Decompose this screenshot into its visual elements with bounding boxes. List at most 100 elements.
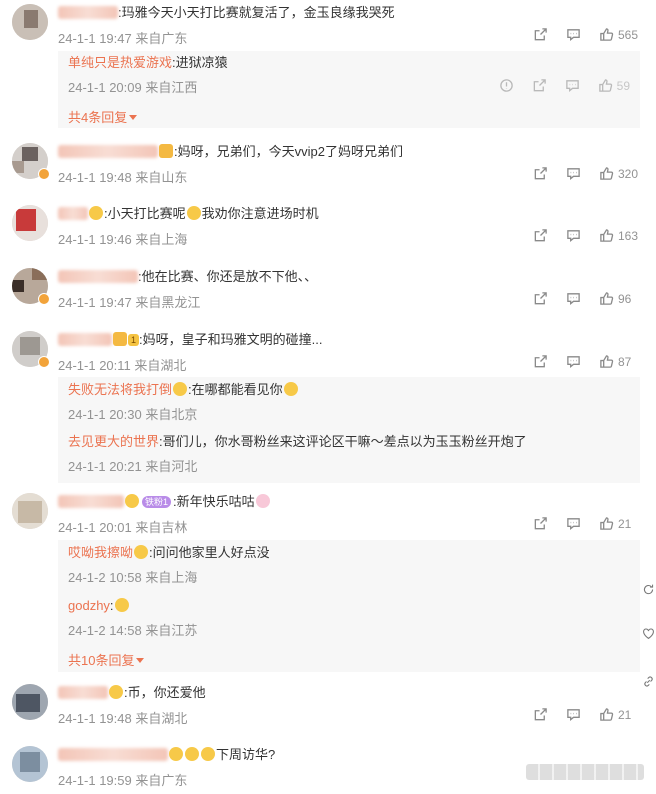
share-icon[interactable]	[533, 228, 548, 243]
emoji-icon	[125, 494, 139, 508]
thumbs-up-icon[interactable]	[599, 516, 614, 531]
username-blurred[interactable]	[58, 333, 112, 346]
reply-location: 来自江苏	[145, 623, 198, 638]
comment-item: :玛雅今天小天打比赛就复活了，金玉良缘我哭死 24-1-1 19:47 来自广东…	[0, 4, 640, 130]
comment-text: :小天打比赛呢	[104, 206, 186, 221]
thumbs-up-icon[interactable]	[599, 166, 614, 181]
comment-content: :妈呀，兄弟们，今天vvip2了妈呀兄弟们	[58, 143, 403, 161]
thumbs-up-icon[interactable]	[599, 707, 614, 722]
comment-icon[interactable]	[566, 707, 581, 722]
fan-tag: 铁粉1	[142, 496, 172, 508]
reply-username[interactable]: godzhy	[68, 598, 110, 613]
share-icon[interactable]	[533, 166, 548, 181]
username-blurred[interactable]	[58, 686, 108, 699]
avatar[interactable]	[12, 493, 48, 529]
like-count: 21	[618, 707, 632, 722]
reply-box: 失败无法将我打倒:在哪都能看见你 24-1-1 20:30 来自北京 去见更大的…	[58, 377, 640, 483]
comment-icon[interactable]	[565, 78, 580, 93]
comment-icon[interactable]	[566, 354, 581, 369]
reply-date: 24-1-2 10:58	[68, 570, 142, 585]
emoji-icon	[186, 206, 201, 220]
comment-location: 来自广东	[135, 31, 188, 46]
username-blurred[interactable]	[58, 207, 88, 220]
reply-location: 来自江西	[145, 80, 198, 95]
comment-content: 铁粉1:新年快乐咕咕	[58, 493, 271, 511]
avatar[interactable]	[12, 684, 48, 720]
emoji-icon	[185, 747, 199, 761]
username-blurred[interactable]	[58, 270, 138, 283]
like-count: 163	[618, 228, 639, 243]
reply-date: 24-1-1 20:21	[68, 459, 142, 474]
avatar[interactable]	[12, 4, 48, 40]
comment-content: :币，你还爱他	[58, 684, 206, 702]
comment-text: :玛雅今天小天打比赛就复活了，金玉良缘我哭死	[118, 5, 395, 20]
reply-text: :	[109, 598, 114, 613]
username-blurred[interactable]	[58, 748, 168, 761]
avatar[interactable]	[12, 205, 48, 241]
comment-location: 来自黑龙江	[135, 295, 201, 310]
comment-location: 来自吉林	[135, 520, 188, 535]
reply-date: 24-1-2 14:58	[68, 623, 142, 638]
chevron-down-icon	[136, 658, 145, 663]
comment-date: 24-1-1 20:01	[58, 520, 132, 535]
comment-content: 1:妈呀，皇子和玛雅文明的碰撞...	[58, 331, 322, 349]
link-icon[interactable]	[642, 675, 655, 688]
comment-actions: 21	[515, 707, 640, 722]
comment-date: 24-1-1 20:11	[58, 358, 131, 373]
reply-location: 来自北京	[145, 407, 198, 422]
emoji-icon	[283, 382, 298, 396]
share-icon[interactable]	[533, 354, 548, 369]
emoji-icon	[173, 382, 188, 396]
comment-item: :币，你还爱他 24-1-1 19:48 来自湖北 21	[0, 684, 640, 734]
comment-date: 24-1-1 19:47	[58, 31, 132, 46]
reply-username[interactable]: 去见更大的世界	[68, 434, 159, 449]
like-count: 87	[618, 354, 632, 369]
comment-icon[interactable]	[566, 291, 581, 306]
comment-meta: 24-1-1 19:47 来自广东	[58, 28, 187, 47]
share-icon[interactable]	[533, 27, 548, 42]
comment-text: :新年快乐咕咕	[173, 494, 255, 509]
comment-location: 来自广东	[135, 773, 188, 788]
comment-icon[interactable]	[566, 516, 581, 531]
like-count: 96	[618, 291, 632, 306]
comment-icon[interactable]	[566, 228, 581, 243]
share-icon[interactable]	[532, 78, 547, 93]
comment-item: :妈呀，兄弟们，今天vvip2了妈呀兄弟们 24-1-1 19:48 来自山东 …	[0, 143, 640, 193]
comment-content: :小天打比赛呢 我劝你注意进场时机	[58, 205, 319, 223]
more-replies-link[interactable]: 共10条回复	[68, 650, 145, 669]
comment-text: 下周访华?	[216, 747, 276, 762]
reply-username[interactable]: 失败无法将我打倒	[68, 382, 172, 397]
share-icon[interactable]	[533, 516, 548, 531]
chevron-down-icon	[129, 115, 138, 120]
report-icon[interactable]	[499, 78, 514, 93]
comment-meta: 24-1-1 20:11 来自湖北	[58, 355, 186, 374]
verified-badge-icon	[38, 168, 50, 180]
thumbs-up-icon[interactable]	[599, 228, 614, 243]
thumbs-up-icon[interactable]	[598, 78, 613, 93]
comment-location: 来自山东	[135, 170, 188, 185]
thumbs-up-icon[interactable]	[599, 27, 614, 42]
heart-icon[interactable]	[642, 627, 655, 640]
thumbs-up-icon[interactable]	[599, 291, 614, 306]
more-replies-link[interactable]: 共4条回复	[68, 107, 138, 126]
comment-icon[interactable]	[566, 166, 581, 181]
username-blurred[interactable]	[58, 495, 124, 508]
reply-text: :哥们儿，你水哥粉丝来这评论区干嘛～差点以为玉玉粉丝开炮了	[159, 434, 527, 449]
avatar[interactable]	[12, 746, 48, 782]
verified-badge-icon	[38, 356, 50, 368]
emoji-icon	[169, 747, 183, 761]
username-blurred[interactable]	[58, 6, 118, 19]
refresh-icon[interactable]	[642, 583, 655, 596]
comment-item: :他在比赛、你还是放不下他、、 24-1-1 19:47 来自黑龙江 96	[0, 268, 640, 318]
comment-text: :他在比赛、你还是放不下他、、	[138, 269, 318, 284]
username-blurred[interactable]	[58, 145, 158, 158]
share-icon[interactable]	[533, 707, 548, 722]
reply-username[interactable]: 哎呦我擦呦	[68, 545, 133, 560]
share-icon[interactable]	[533, 291, 548, 306]
emoji-icon	[159, 144, 173, 158]
comment-meta: 24-1-1 19:46 来自上海	[58, 229, 187, 248]
comment-icon[interactable]	[566, 27, 581, 42]
reply-username[interactable]: 单纯只是热爱游戏	[68, 55, 172, 70]
thumbs-up-icon[interactable]	[599, 354, 614, 369]
crown-icon	[113, 332, 127, 346]
